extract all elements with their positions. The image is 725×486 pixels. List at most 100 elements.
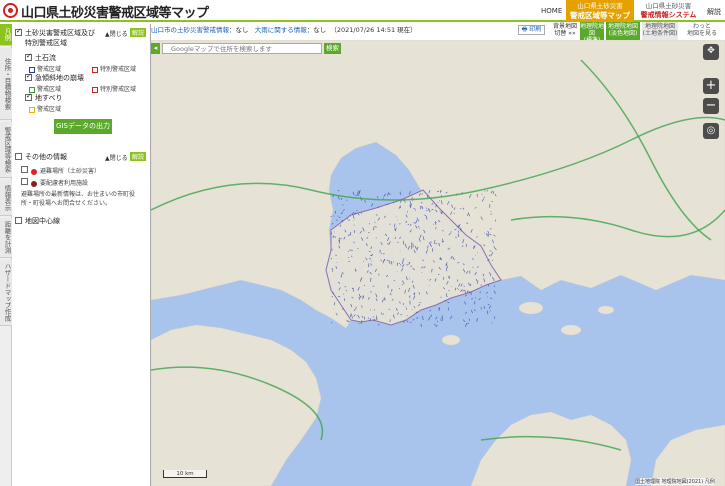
- main-section-help-badge[interactable]: 解説: [130, 28, 147, 37]
- hazard-zone-mark: [472, 266, 474, 268]
- swatch-icon: [29, 106, 35, 113]
- hazard-zone-mark: [491, 259, 494, 261]
- tab-hazard-map-line1: 山口県土砂災害: [577, 2, 623, 10]
- evacuation-site-legend: 避難場所（土砂災害）: [31, 166, 100, 175]
- evacuation-note-2: 所・町役場へお問合せください。: [21, 200, 112, 207]
- island-c: [597, 305, 615, 315]
- debris-flow-warning-legend: 警戒区域: [29, 64, 61, 73]
- heavy-rain-link[interactable]: 大雨に関する情報: [255, 26, 307, 34]
- gsi-standard-line1: 地理院地図: [580, 23, 605, 37]
- map-canvas[interactable]: [151, 40, 725, 486]
- gsi-pale-line1: 地理院地図: [607, 23, 638, 30]
- pan-control-icon[interactable]: ✥: [703, 44, 719, 60]
- vtab-address-search[interactable]: 住所・目標物検索: [0, 48, 12, 120]
- map-graphic: [151, 40, 725, 486]
- hazard-zone-mark: [341, 197, 343, 200]
- background-map-switch-line1: 背景地図: [552, 23, 577, 30]
- vtab-legend[interactable]: 凡例: [0, 24, 12, 46]
- other-info-help-badge[interactable]: 解説: [130, 152, 147, 161]
- hazard-zone-mark: [474, 297, 476, 299]
- tab-warning-system[interactable]: 山口県土砂災害 警戒情報システム: [636, 0, 701, 22]
- map-scale-bar: 10 km: [163, 470, 207, 478]
- main-section-checkbox[interactable]: [15, 27, 22, 36]
- help-link[interactable]: 解説: [707, 7, 721, 17]
- care-facility-checkbox[interactable]: [21, 178, 28, 185]
- vtab-zone-search[interactable]: 警戒区域等検索: [0, 122, 12, 178]
- map-attribution[interactable]: 国土地理院 地理院地図(2021) 凡例: [635, 478, 715, 485]
- main-section-title-2: 特別警戒区域: [25, 39, 67, 47]
- background-map-switch-button[interactable]: 背景地図 切替 »»: [552, 22, 578, 40]
- warning-info-value: ：なし: [229, 26, 249, 34]
- debris-flow-label: 土石流: [35, 54, 56, 62]
- vertical-tab-bar: 凡例 住所・目標物検索 警戒区域等検索 情報表示 距離を計測 ハザードマップ作成: [0, 24, 12, 486]
- map-center-line-label: 地図中心線: [25, 217, 60, 225]
- debris-flow-checkbox[interactable]: [25, 52, 32, 61]
- evacuation-marker-icon: [31, 168, 37, 175]
- tab-hazard-map-line2: 警戒区域等マップ: [570, 11, 630, 20]
- care-facility-legend: 要配慮者利用施設: [31, 178, 88, 187]
- other-info-checkbox[interactable]: [15, 153, 22, 160]
- print-button[interactable]: 🖶 印刷: [518, 25, 545, 35]
- hazard-zone-mark: [458, 289, 460, 291]
- gis-export-button[interactable]: GISデータの出力: [54, 119, 112, 134]
- gsi-pale-line2: (淡色地図): [608, 30, 638, 37]
- debris-flow-special-legend: 特別警戒区域: [92, 64, 136, 73]
- hazard-zone-mark: [375, 237, 377, 239]
- watto-map-line1: わっと: [692, 23, 711, 30]
- island-d: [441, 334, 461, 346]
- tab-hazard-map[interactable]: 山口県土砂災害 警戒区域等マップ: [566, 0, 634, 22]
- prefecture-logo-icon: [3, 3, 18, 18]
- legend-panel: 土砂災害警戒区域及び 特別警戒区域 ▲閉じる 解説 土石流 警戒区域 特別警戒区…: [12, 24, 151, 486]
- map-center-line-checkbox[interactable]: [15, 217, 22, 224]
- search-button[interactable]: 検索: [324, 43, 341, 54]
- watto-map-line2: 地図を見る: [686, 30, 717, 37]
- app-header: 山口県土砂災害警戒区域等マップ HOME 山口県土砂災害 警戒区域等マップ 山口…: [0, 0, 725, 22]
- main-section-title-1: 土砂災害警戒区域及び: [25, 29, 95, 37]
- tab-warning-system-line1: 山口県土砂災害: [645, 2, 692, 10]
- hazard-zone-mark: [374, 221, 376, 223]
- gsi-land-condition-map-button[interactable]: 地理院地図 (土地条件図): [642, 22, 678, 40]
- steep-slope-warning-legend: 警戒区域: [29, 84, 61, 93]
- island-b: [560, 324, 582, 336]
- main-section-collapse-button[interactable]: ▲閉じる: [105, 29, 128, 38]
- landslide-checkbox[interactable]: [25, 92, 32, 101]
- swatch-icon: [92, 66, 98, 73]
- warning-info-link[interactable]: 山口市の土砂災害警戒情報: [151, 26, 229, 34]
- heavy-rain-value: ：なし: [306, 26, 327, 34]
- landslide-warning-legend: 警戒区域: [29, 104, 61, 113]
- warning-info-bar: 山口市の土砂災害警戒情報：なし 大雨に関する情報：なし （2021/07/26 …: [151, 24, 550, 37]
- steep-slope-special-legend: 特別警戒区域: [92, 84, 136, 93]
- hazard-zone-mark: [346, 218, 349, 220]
- evacuation-note-1: 避難場所の最新情報は、お住まいの市町役: [21, 191, 136, 198]
- swatch-icon: [92, 86, 98, 93]
- gsi-land-condition-line2: (土地条件図): [642, 30, 678, 37]
- other-info-title: その他の情報: [25, 153, 67, 161]
- watto-map-button[interactable]: わっと 地図を見る: [681, 22, 723, 40]
- current-location-icon[interactable]: ◎: [703, 123, 719, 139]
- zoom-out-button[interactable]: −: [703, 98, 719, 114]
- tab-warning-system-line2: 警戒情報システム: [640, 11, 697, 19]
- vtab-info-display[interactable]: 情報表示: [0, 180, 12, 216]
- print-button-label: 印刷: [529, 26, 542, 33]
- site-title[interactable]: 山口県土砂災害警戒区域等マップ: [21, 2, 209, 21]
- info-timestamp: （2021/07/26 14:51 現在）: [330, 26, 417, 34]
- hazard-zone-mark: [389, 319, 391, 323]
- search-collapse-button[interactable]: ◂: [151, 43, 160, 54]
- home-link[interactable]: HOME: [541, 7, 562, 15]
- address-search-input[interactable]: [162, 43, 322, 54]
- vtab-measure-distance[interactable]: 距離を計測: [0, 218, 12, 258]
- care-facility-marker-icon: [31, 180, 37, 187]
- hazard-zone-mark: [368, 223, 371, 225]
- landslide-label: 地すべり: [35, 94, 63, 102]
- evacuation-site-checkbox[interactable]: [21, 166, 28, 173]
- island-a: [518, 301, 544, 315]
- vtab-hazard-map-create[interactable]: ハザードマップ作成: [0, 260, 12, 326]
- gsi-standard-map-button[interactable]: 地理院地図(標準): [580, 22, 605, 44]
- other-info-collapse-button[interactable]: ▲閉じる: [105, 153, 128, 162]
- hazard-zone-mark: [439, 210, 441, 212]
- gsi-pale-map-button[interactable]: 地理院地図 (淡色地図): [606, 22, 640, 40]
- steep-slope-checkbox[interactable]: [25, 72, 32, 81]
- zoom-in-button[interactable]: +: [703, 78, 719, 94]
- gsi-land-condition-line1: 地理院地図: [644, 23, 675, 30]
- steep-slope-label: 急傾斜地の崩壊: [35, 74, 84, 82]
